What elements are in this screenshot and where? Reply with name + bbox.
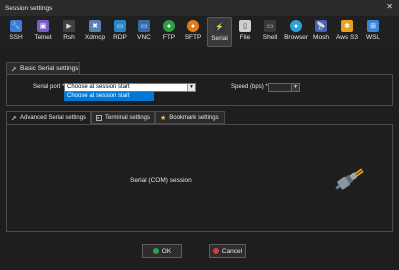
tool-label: Serial xyxy=(211,35,228,42)
tab-advanced-serial-settings[interactable]: Advanced Serial settings xyxy=(6,111,91,124)
ok-icon xyxy=(152,248,159,254)
mosh-icon: 📡 xyxy=(315,20,327,32)
rsh-icon: ▶ xyxy=(63,20,75,32)
tab-bookmark-settings[interactable]: ★ Bookmark settings xyxy=(155,111,225,124)
tool-xdmcp[interactable]: ✖ Xdmcp xyxy=(82,17,108,47)
tool-sftp[interactable]: ● SFTP xyxy=(182,17,204,47)
tool-label: Aws S3 xyxy=(336,34,358,41)
tool-file[interactable]: ▯ File xyxy=(236,17,254,47)
settings-panel xyxy=(6,124,393,232)
tool-label: FTP xyxy=(162,34,176,41)
tool-rsh[interactable]: ▶ Rsh xyxy=(58,17,80,47)
tab-label: Bookmark settings xyxy=(169,114,219,121)
tool-aws-s3[interactable]: ✱ Aws S3 xyxy=(333,17,361,47)
tool-label: SSH xyxy=(9,34,23,41)
tool-shell[interactable]: ▭ Shell xyxy=(259,17,281,47)
tab-label: Terminal settings xyxy=(105,114,151,121)
tab-terminal-settings[interactable]: Terminal settings xyxy=(91,111,155,124)
tool-browser[interactable]: ● Browser xyxy=(283,17,309,47)
ok-button[interactable]: OK xyxy=(142,244,182,258)
serial-port-option[interactable]: Choose at session start xyxy=(64,92,154,101)
plug-icon xyxy=(11,115,17,121)
tool-mosh[interactable]: 📡 Mosh xyxy=(311,17,331,47)
file-icon: ▯ xyxy=(239,20,251,32)
plug-icon xyxy=(11,66,17,71)
chevron-down-icon[interactable]: ▼ xyxy=(291,84,299,91)
ssh-icon: 🔧 xyxy=(10,20,22,32)
tool-wsl[interactable]: ⊞ WSL xyxy=(363,17,383,47)
tool-label: Shell xyxy=(262,34,278,41)
tool-vnc[interactable]: ▭ VNC xyxy=(134,17,154,47)
tool-telnet[interactable]: ▣ Telnet xyxy=(30,17,56,47)
tab-label: Advanced Serial settings xyxy=(20,115,87,121)
tool-ftp[interactable]: ● FTP xyxy=(160,17,178,47)
vnc-icon: ▭ xyxy=(138,20,150,32)
serial-plug-icon xyxy=(335,168,364,190)
aws-s3-icon: ✱ xyxy=(341,20,353,32)
serial-port-select[interactable]: Choose at session start ▼ xyxy=(64,83,196,92)
tool-label: Mosh xyxy=(313,34,329,41)
wsl-icon: ⊞ xyxy=(367,20,379,32)
speed-select[interactable]: ▼ xyxy=(268,83,300,92)
shell-icon: ▭ xyxy=(264,20,276,32)
terminal-icon xyxy=(96,114,102,121)
session-type-text: Serial (COM) session xyxy=(130,177,192,184)
tool-label: SFTP xyxy=(184,34,202,41)
tool-label: RDP xyxy=(113,34,127,41)
tool-label: Xdmcp xyxy=(84,34,106,41)
session-type-toolbar: 🔧 SSH ▣ Telnet ▶ Rsh ✖ Xdmcp ▭ RDP ▭ VNC… xyxy=(0,17,399,47)
serial-port-label: Serial port * xyxy=(33,84,65,90)
tool-label: WSL xyxy=(365,34,381,41)
xdmcp-icon: ✖ xyxy=(89,20,101,32)
title-bar: Session settings ✕ xyxy=(0,0,399,16)
basic-serial-settings-label: Basic Serial settings xyxy=(20,65,79,72)
serial-port-option-label: Choose at session start xyxy=(67,93,130,99)
close-icon[interactable]: ✕ xyxy=(386,2,393,11)
tool-serial[interactable]: ⚡ Serial xyxy=(207,17,232,47)
tool-label: Telnet xyxy=(34,34,52,41)
sftp-icon: ● xyxy=(187,20,199,32)
serial-port-value: Choose at session start xyxy=(67,84,130,90)
tool-label: Rsh xyxy=(63,34,75,41)
rdp-icon: ▭ xyxy=(114,20,126,32)
basic-serial-settings-tab[interactable]: Basic Serial settings xyxy=(6,62,80,74)
tool-rdp[interactable]: ▭ RDP xyxy=(110,17,130,47)
browser-icon: ● xyxy=(290,20,302,32)
star-icon: ★ xyxy=(160,114,167,122)
ok-label: OK xyxy=(161,247,172,255)
tool-ssh[interactable]: 🔧 SSH xyxy=(4,17,28,47)
cancel-icon xyxy=(212,248,219,254)
speed-label: Speed (bps) * xyxy=(231,84,268,90)
tool-label: Browser xyxy=(284,34,308,41)
tool-label: VNC xyxy=(137,34,151,41)
cancel-label: Cancel xyxy=(221,247,243,255)
cancel-button[interactable]: Cancel xyxy=(209,244,246,258)
telnet-icon: ▣ xyxy=(37,20,49,32)
serial-icon: ⚡ xyxy=(213,21,226,33)
tool-label: File xyxy=(239,34,251,41)
chevron-down-icon[interactable]: ▼ xyxy=(187,84,195,91)
window-title: Session settings xyxy=(5,4,53,12)
ftp-icon: ● xyxy=(163,20,175,32)
